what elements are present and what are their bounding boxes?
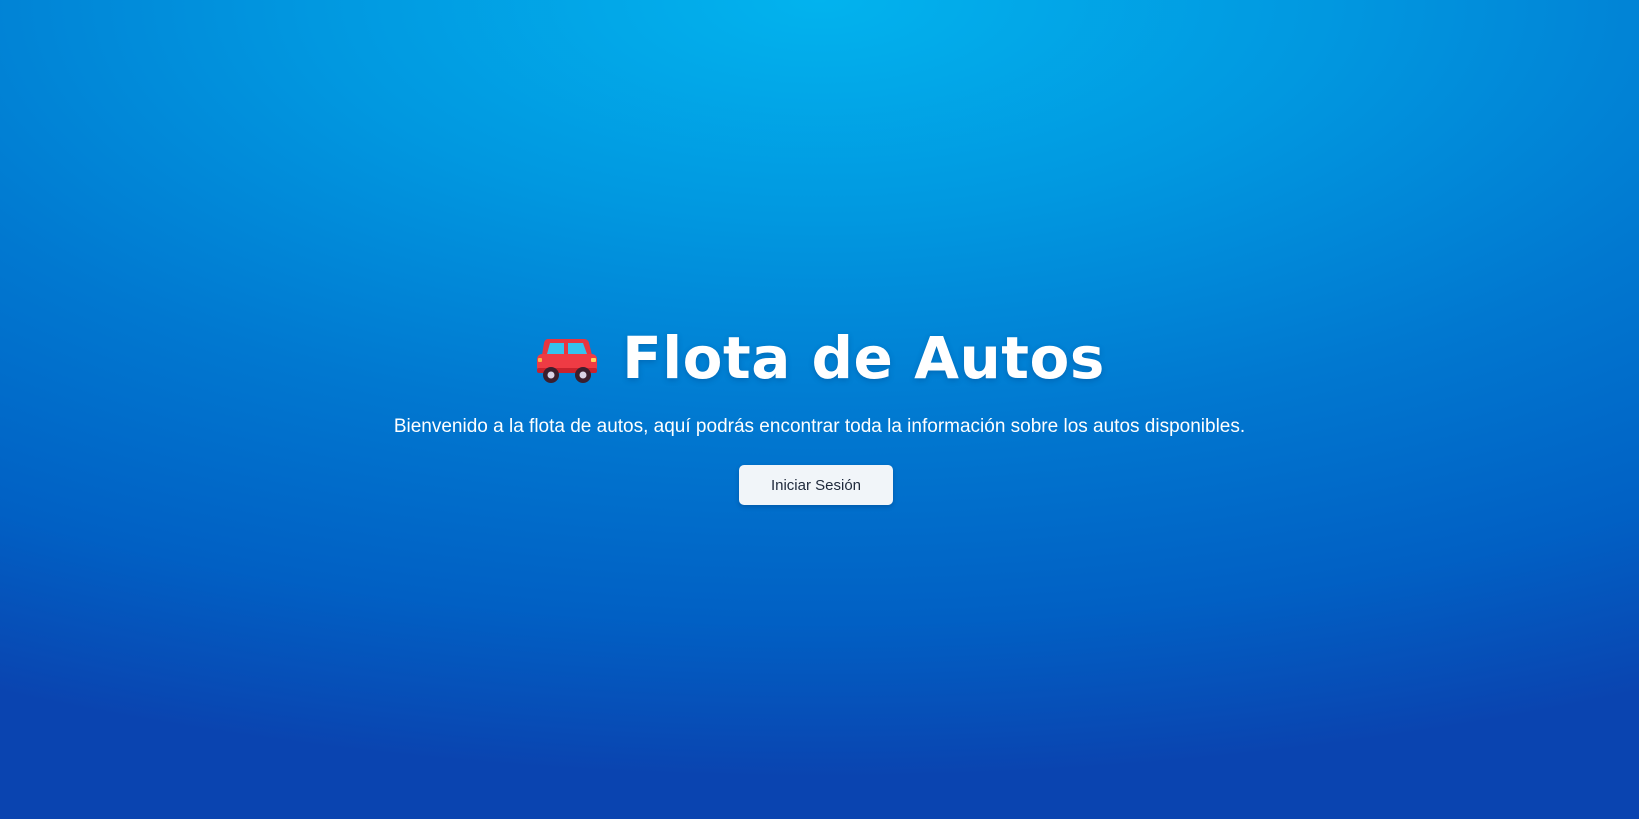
page-title: Flota de Autos — [622, 324, 1105, 392]
title-row: Flota de Autos — [0, 318, 1639, 398]
hero-section: Flota de Autos Bienvenido a la flota de … — [0, 0, 1639, 819]
login-button[interactable]: Iniciar Sesión — [739, 465, 893, 505]
welcome-text: Bienvenido a la flota de autos, aquí pod… — [393, 416, 1246, 437]
car-icon — [534, 331, 600, 389]
